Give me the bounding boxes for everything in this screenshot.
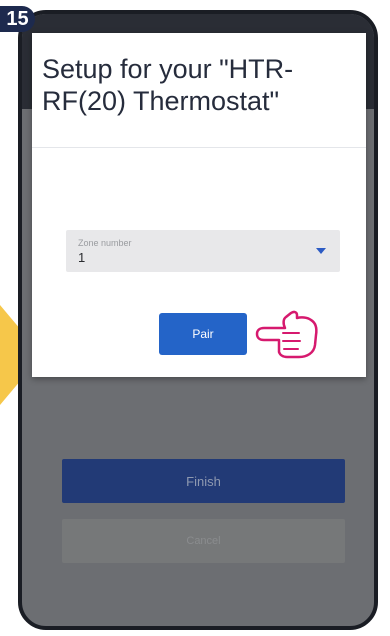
zone-number-label: Zone number xyxy=(78,238,132,248)
chevron-down-icon[interactable] xyxy=(316,248,326,254)
pair-button[interactable]: Pair xyxy=(159,313,247,355)
pointing-hand-icon xyxy=(255,310,318,359)
step-number-badge: 15 xyxy=(0,6,35,32)
dialog-title: Setup for your "HTR-RF(20) Thermostat" xyxy=(42,54,294,116)
finish-button[interactable]: Finish xyxy=(62,459,345,503)
cancel-button[interactable]: Cancel xyxy=(62,519,345,563)
zone-number-value: 1 xyxy=(78,250,86,265)
zone-number-select[interactable]: Zone number 1 xyxy=(66,230,340,272)
setup-dialog: Setup for your "HTR-RF(20) Thermostat" Z… xyxy=(32,33,366,377)
dialog-divider xyxy=(32,147,366,148)
phone-frame: Finish Cancel Setup for your "HTR-RF(20)… xyxy=(18,10,378,630)
